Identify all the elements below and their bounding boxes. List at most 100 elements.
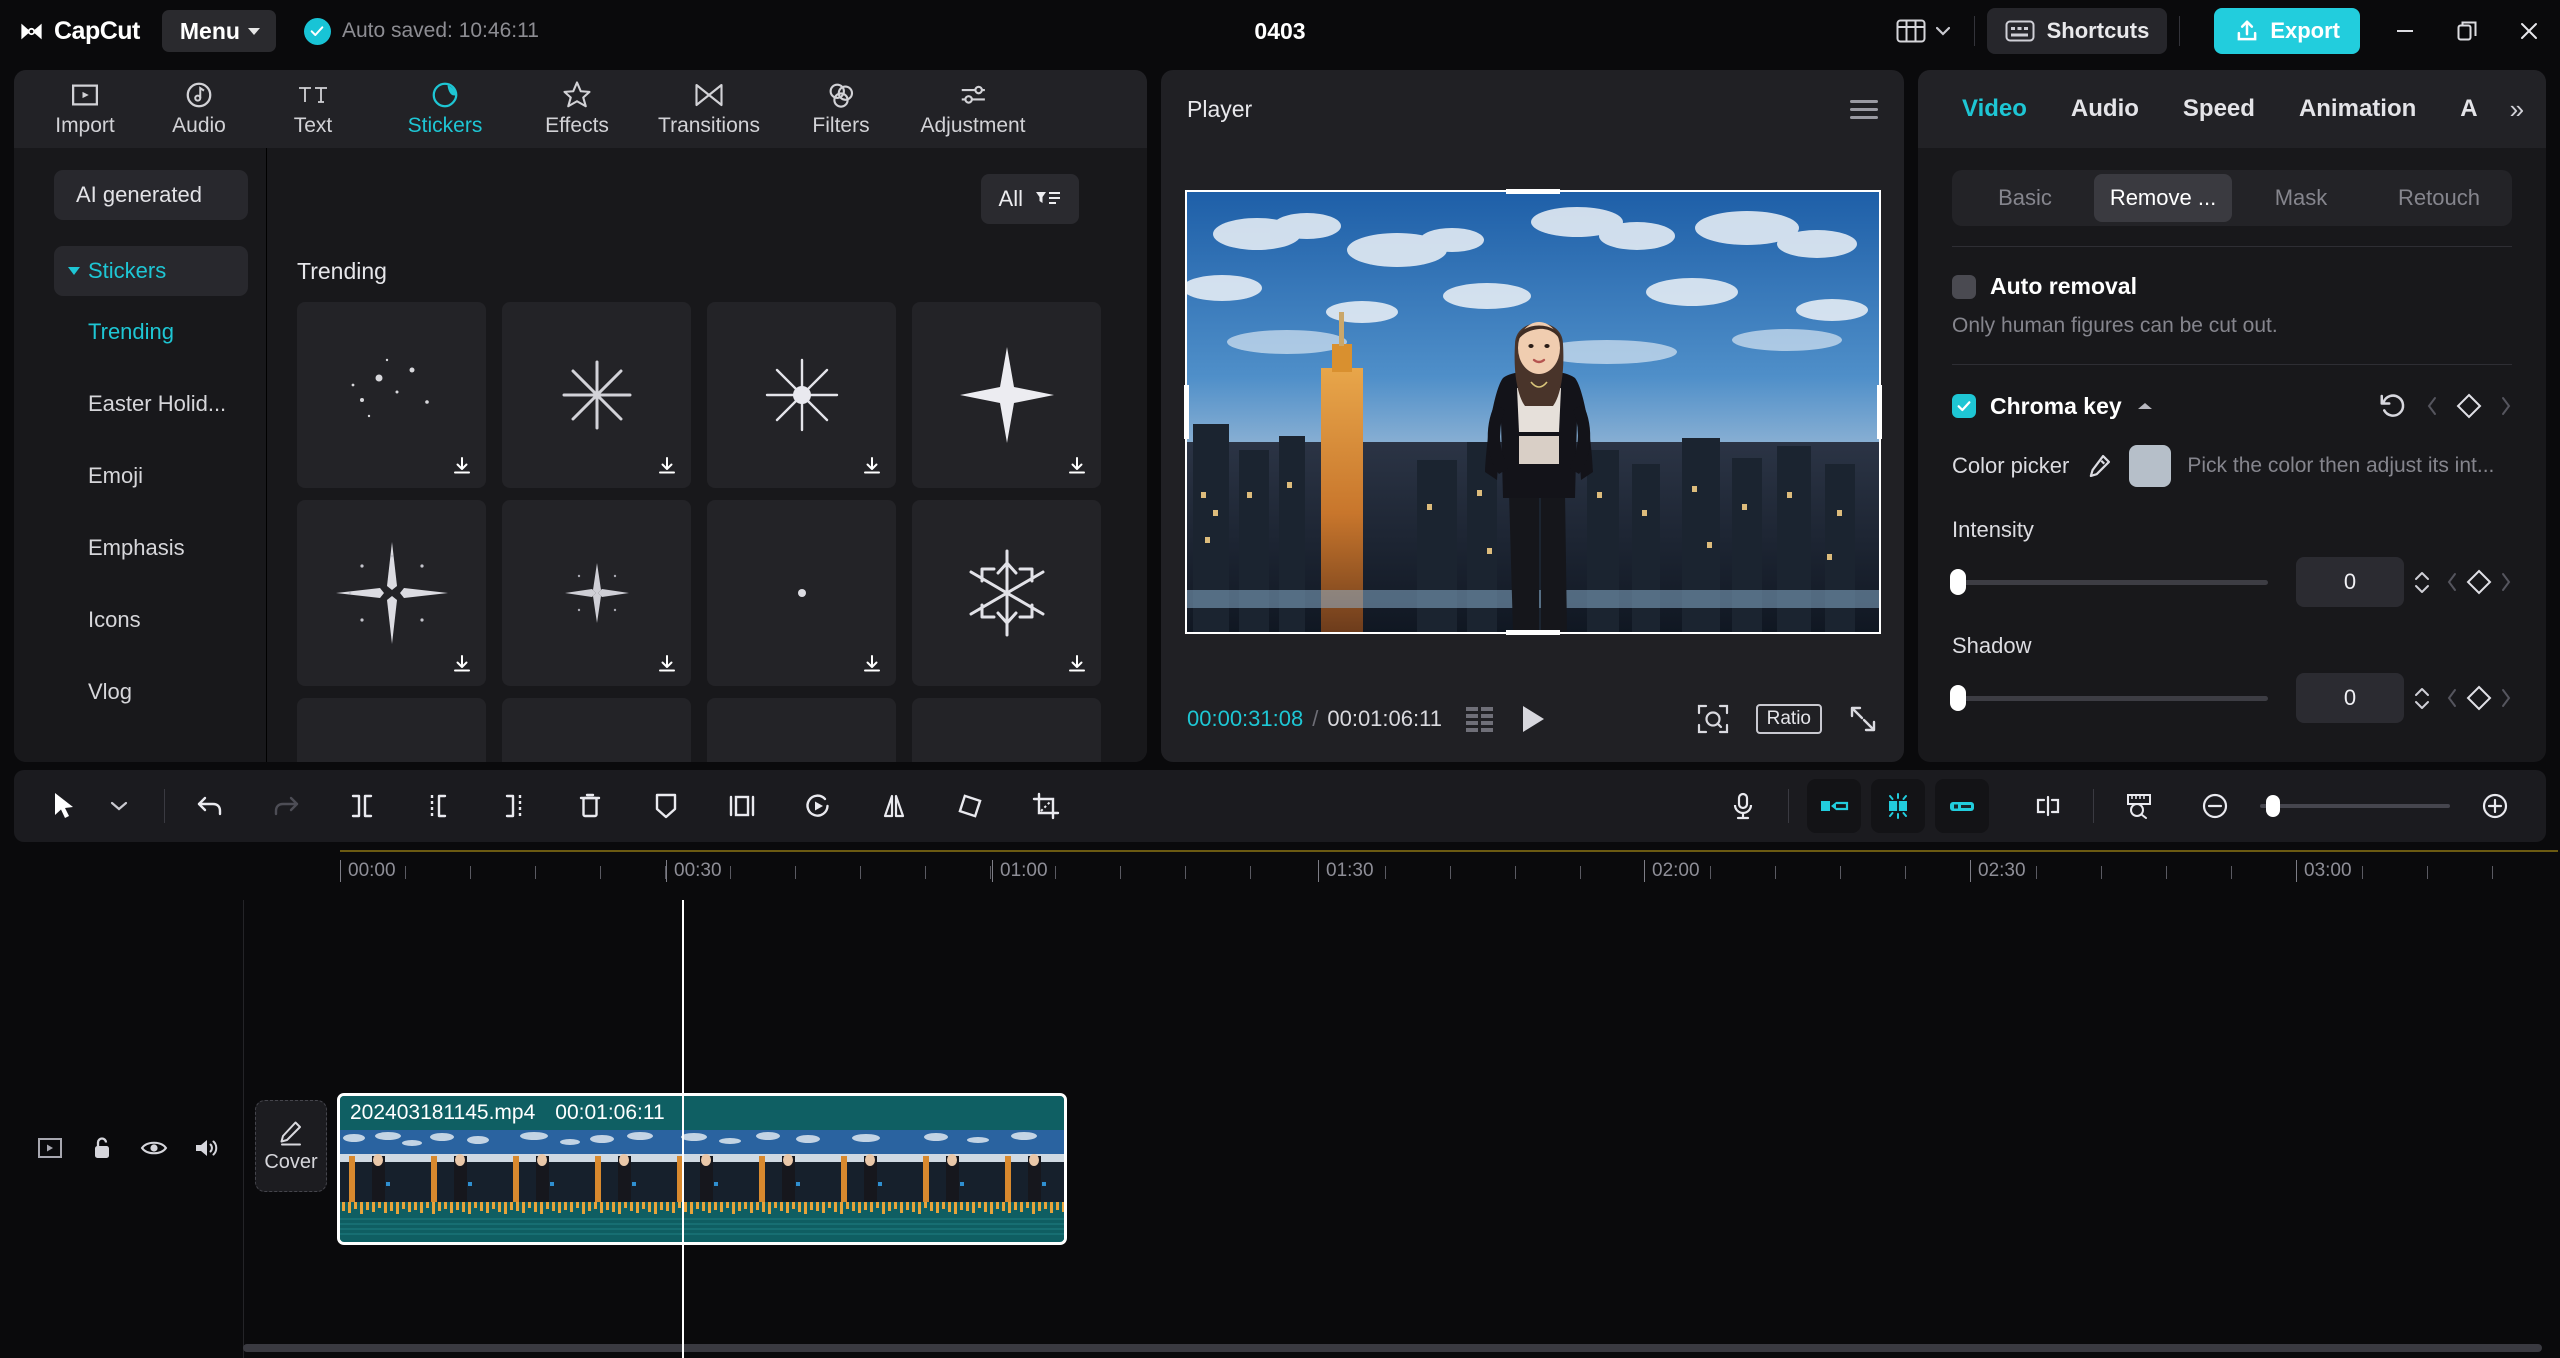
freeze-frame-icon[interactable]	[715, 779, 769, 833]
eyedropper-icon[interactable]	[2085, 452, 2113, 480]
shadow-value[interactable]: 0	[2296, 673, 2404, 723]
download-icon[interactable]	[1065, 454, 1089, 478]
track-lock-icon[interactable]	[78, 1124, 126, 1172]
sticker-thumb[interactable]	[707, 500, 896, 686]
delete-icon[interactable]	[563, 779, 617, 833]
keyframe-prev-icon[interactable]	[2446, 688, 2458, 708]
cover-button[interactable]: Cover	[255, 1100, 327, 1192]
sticker-thumb[interactable]	[912, 698, 1101, 762]
tool-effects[interactable]: Effects	[520, 70, 634, 148]
fullscreen-icon[interactable]	[1848, 704, 1878, 734]
resize-handle-left[interactable]	[1183, 385, 1189, 439]
sticker-cell[interactable]	[289, 692, 494, 762]
tool-filters[interactable]: Filters	[784, 70, 898, 148]
playhead[interactable]	[682, 900, 684, 1358]
category-emoji[interactable]: Emoji	[14, 440, 266, 512]
auto-snap-left-toggle[interactable]	[1807, 779, 1861, 833]
category-easter-holiday[interactable]: Easter Holid...	[14, 368, 266, 440]
record-voice-icon[interactable]	[1716, 779, 1770, 833]
export-button[interactable]: Export	[2214, 8, 2360, 54]
sticker-thumb[interactable]	[502, 698, 691, 762]
reverse-icon[interactable]	[791, 779, 845, 833]
tool-text[interactable]: Text	[256, 70, 370, 148]
track-mute-icon[interactable]	[182, 1124, 230, 1172]
keyframe-next-icon[interactable]	[2500, 572, 2512, 592]
tab-speed[interactable]: Speed	[2161, 95, 2277, 123]
ai-generated-button[interactable]: AI generated	[54, 170, 248, 220]
resize-handle-right[interactable]	[1876, 385, 1882, 439]
redo-icon[interactable]	[259, 779, 313, 833]
undo-icon[interactable]	[183, 779, 237, 833]
zoom-slider-knob[interactable]	[2266, 795, 2280, 817]
sticker-cell[interactable]	[289, 296, 494, 494]
intensity-slider[interactable]	[1950, 569, 2268, 595]
keyframe-prev-icon[interactable]	[2446, 572, 2458, 592]
maximize-button[interactable]	[2436, 0, 2498, 62]
category-vlog[interactable]: Vlog	[14, 656, 266, 728]
link-clips-toggle[interactable]	[1935, 779, 1989, 833]
filter-all-button[interactable]: All	[980, 174, 1079, 224]
segment-basic[interactable]: Basic	[1956, 174, 2094, 222]
shadow-slider-knob[interactable]	[1950, 685, 1966, 711]
magnetic-snap-toggle[interactable]	[1871, 779, 1925, 833]
menu-button[interactable]: Menu	[161, 10, 276, 52]
tool-transitions[interactable]: Transitions	[634, 70, 784, 148]
sticker-thumb[interactable]	[912, 302, 1101, 488]
tab-animation[interactable]: Animation	[2277, 95, 2438, 123]
sticker-cell[interactable]	[904, 692, 1109, 762]
sticker-thumb[interactable]	[707, 698, 896, 762]
intensity-slider-knob[interactable]	[1950, 569, 1966, 595]
tool-stickers[interactable]: Stickers	[370, 70, 520, 148]
keyframe-icon[interactable]	[2456, 393, 2482, 419]
ratio-button[interactable]: Ratio	[1755, 704, 1822, 734]
player-menu-icon[interactable]	[1850, 99, 1878, 119]
zoom-preview-icon[interactable]	[1696, 703, 1730, 735]
shadow-slider[interactable]	[1950, 685, 2268, 711]
sticker-thumb[interactable]	[297, 500, 486, 686]
timeline-ruler[interactable]: 00:00 00:30 01:00 01:30 02:00 02:30 03:0…	[0, 842, 2560, 900]
timeline-horizontal-scrollbar[interactable]	[243, 1344, 2542, 1352]
track-preview-icon[interactable]	[26, 1124, 74, 1172]
select-tool-icon[interactable]	[38, 779, 92, 833]
timeline-scrollbar-thumb[interactable]	[243, 1344, 2542, 1352]
sticker-thumb[interactable]	[502, 500, 691, 686]
sticker-cell[interactable]	[699, 296, 904, 494]
category-trending[interactable]: Trending	[14, 296, 266, 368]
split-icon[interactable]	[335, 779, 389, 833]
close-button[interactable]	[2498, 0, 2560, 62]
download-icon[interactable]	[655, 454, 679, 478]
segment-retouch[interactable]: Retouch	[2370, 174, 2508, 222]
auto-removal-row[interactable]: Auto removal	[1952, 273, 2512, 300]
sticker-thumb[interactable]	[707, 302, 896, 488]
play-button[interactable]	[1520, 704, 1546, 734]
trim-right-icon[interactable]	[487, 779, 541, 833]
shadow-stepper[interactable]	[2414, 687, 2430, 710]
color-swatch[interactable]	[2129, 445, 2172, 487]
tab-video[interactable]: Video	[1940, 95, 2049, 123]
zoom-out-icon[interactable]	[2188, 779, 2242, 833]
sticker-cell[interactable]	[904, 296, 1109, 494]
tab-audio[interactable]: Audio	[2049, 95, 2161, 123]
download-icon[interactable]	[860, 454, 884, 478]
reset-icon[interactable]	[2378, 391, 2408, 421]
download-icon[interactable]	[450, 652, 474, 676]
tool-import[interactable]: Import	[28, 70, 142, 148]
stickers-group-header[interactable]: Stickers	[54, 246, 248, 296]
track-visibility-icon[interactable]	[130, 1124, 178, 1172]
collapse-chevron-up-icon[interactable]	[2136, 400, 2154, 412]
shortcuts-button[interactable]: Shortcuts	[1986, 8, 2168, 54]
video-clip[interactable]: 202403181145.mp4 00:01:06:11	[337, 1093, 1067, 1245]
keyframe-icon[interactable]	[2466, 569, 2492, 595]
resize-handle-bottom[interactable]	[1505, 630, 1560, 635]
sticker-cell[interactable]	[494, 692, 699, 762]
select-tool-dropdown-icon[interactable]	[92, 779, 146, 833]
video-frame[interactable]	[1183, 189, 1882, 635]
minimize-button[interactable]	[2374, 0, 2436, 62]
chroma-key-checkbox[interactable]	[1952, 394, 1976, 418]
sticker-cell[interactable]	[289, 494, 494, 692]
tool-audio[interactable]: Audio	[142, 70, 256, 148]
measure-zoom-icon[interactable]	[2112, 779, 2166, 833]
keyframe-prev-icon[interactable]	[2426, 396, 2438, 416]
tab-adjustment[interactable]: A	[2438, 95, 2499, 123]
frames-view-icon[interactable]	[1465, 706, 1496, 732]
